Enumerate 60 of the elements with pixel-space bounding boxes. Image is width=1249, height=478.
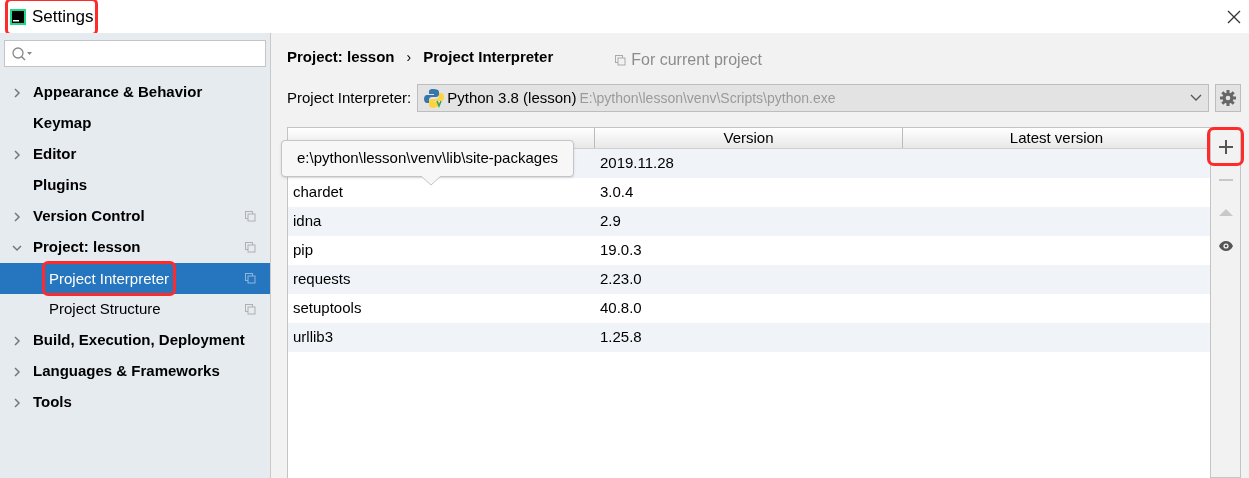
python-logo-icon: [424, 88, 445, 108]
tree-item[interactable]: Tools: [0, 387, 270, 418]
interpreter-dropdown[interactable]: Python 3.8 (lesson) E:\python\lesson\venv\Scripts\python.exe: [417, 84, 1209, 112]
table-cell-text: requests: [292, 269, 352, 290]
table-cell-text: chardet: [292, 182, 345, 203]
add-icon: [1218, 139, 1233, 154]
copy-icon: [245, 304, 256, 315]
chevron-right-icon[interactable]: [11, 211, 22, 222]
chevron-right-icon[interactable]: [11, 149, 22, 160]
tree-item[interactable]: Languages & Frameworks: [0, 356, 270, 387]
table-cell-text: pip: [292, 240, 315, 261]
table-cell-text: 2.9: [599, 211, 621, 232]
tree-item[interactable]: Version Control: [0, 201, 270, 232]
copy-icon: [245, 211, 256, 222]
table-cell-text: 19.0.3: [599, 240, 642, 261]
chevron-right-icon[interactable]: [11, 366, 22, 377]
settings-button[interactable]: [1215, 84, 1241, 112]
chevron-down-icon: [1190, 94, 1202, 102]
tree-item[interactable]: Project: lesson: [0, 232, 270, 263]
table-cell-text: urllib3: [292, 327, 335, 348]
copy-icon: [615, 54, 627, 66]
breadcrumb-item[interactable]: Project: lesson: [287, 45, 395, 69]
chevron-right-icon[interactable]: [11, 335, 22, 346]
copy-icon: [245, 273, 256, 284]
table-cell-text: 2.23.0: [599, 269, 642, 290]
window-title: Settings: [32, 5, 94, 28]
interpreter-name: Python 3.8 (lesson): [447, 87, 577, 108]
tree-item[interactable]: Appearance & Behavior: [0, 77, 270, 108]
remove-icon: [1218, 178, 1233, 181]
breadcrumb-item: Project Interpreter: [423, 46, 554, 67]
table-cell-text: setuptools: [292, 298, 363, 319]
chevron-right-icon[interactable]: [11, 87, 22, 98]
table-cell-text: 3.0.4: [599, 182, 634, 203]
app-logo-icon: [10, 8, 26, 25]
column-header[interactable]: Latest version: [903, 128, 1210, 148]
tree-item[interactable]: Keymap: [0, 108, 270, 139]
tree-item[interactable]: Project Interpreter: [0, 263, 270, 294]
copy-icon: [245, 242, 256, 253]
search-field[interactable]: [4, 40, 266, 67]
field-label: Project Interpreter:: [287, 87, 412, 108]
tree-item[interactable]: Editor: [0, 139, 270, 170]
tree-item[interactable]: Project Structure: [0, 294, 270, 325]
tree-item[interactable]: Build, Execution, Deployment: [0, 325, 270, 356]
close-icon[interactable]: [1227, 9, 1241, 24]
table-cell-text: 1.25.8: [599, 327, 642, 348]
triangle-up-icon: [1218, 209, 1233, 216]
scope-note: For current project: [631, 50, 762, 70]
breadcrumb-separator: ›: [406, 47, 412, 67]
tree-item[interactable]: Plugins: [0, 170, 270, 201]
eye-icon: [1218, 240, 1233, 251]
table-cell-text: 2019.11.28: [599, 153, 674, 174]
column-header[interactable]: Version: [595, 128, 903, 148]
chevron-right-icon[interactable]: [11, 397, 22, 408]
settings-icon: [1219, 89, 1237, 107]
search-icon: [11, 45, 33, 62]
add-button[interactable]: [1210, 130, 1241, 163]
interpreter-path: E:\python\lesson\venv\Scripts\python.exe: [579, 88, 837, 108]
table-cell-text: idna: [292, 211, 323, 232]
chevron-down-icon[interactable]: [11, 242, 22, 253]
table-cell-text: 40.8.0: [599, 298, 642, 319]
